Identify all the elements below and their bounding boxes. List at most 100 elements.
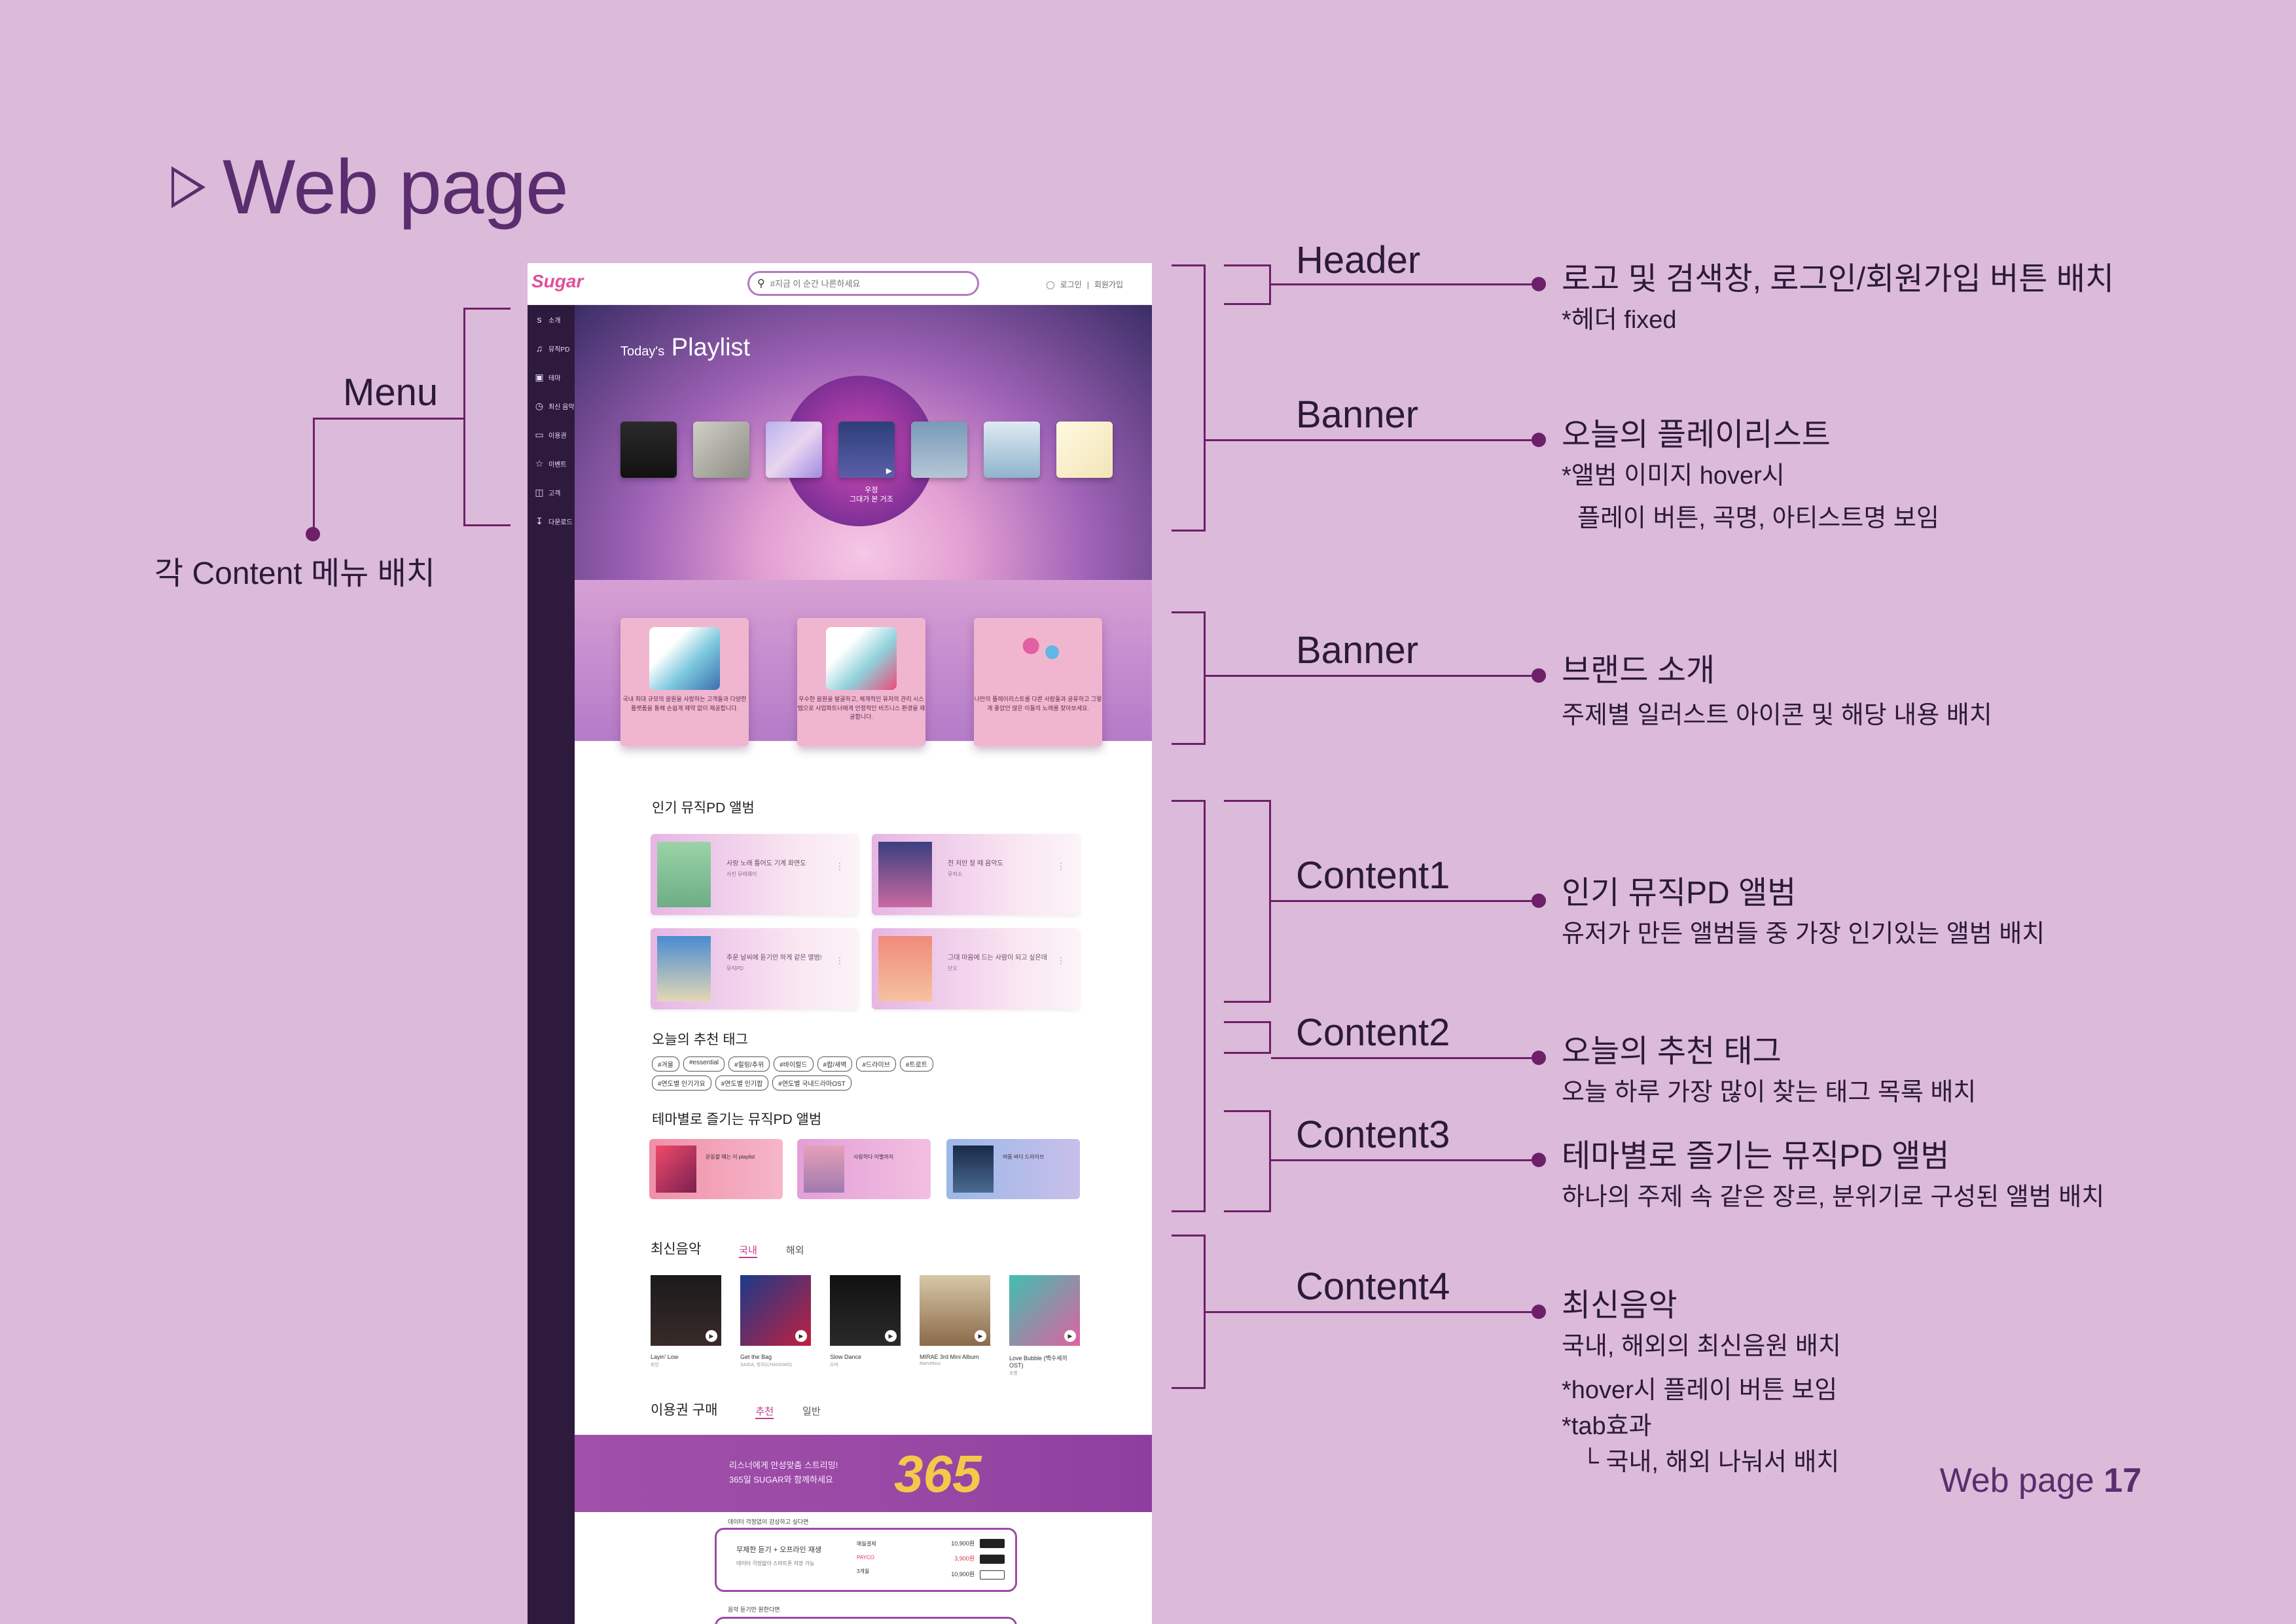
- star-icon: ☆: [535, 458, 544, 469]
- sidebar-item-musicpd[interactable]: ♫ 뮤직PD: [528, 334, 575, 363]
- album-cover[interactable]: ▶: [838, 422, 895, 478]
- tag-chip[interactable]: #팝/새벽: [817, 1056, 853, 1072]
- tag-chip[interactable]: #연도별 국내드라마OST: [772, 1075, 852, 1091]
- pd-album-card[interactable]: 전 저만 잘 때 음악도 뮤직소 ⋮: [872, 834, 1080, 915]
- play-icon[interactable]: ▶: [975, 1330, 986, 1342]
- site-logo[interactable]: Sugar: [531, 271, 583, 292]
- more-icon[interactable]: ⋮: [1056, 956, 1066, 965]
- pd-album-card[interactable]: 그대 마음에 드는 사람이 되고 싶은데 단오 ⋮: [872, 928, 1080, 1009]
- truck-chart-illustration: [826, 627, 897, 690]
- sidebar-item-label: 이벤트: [548, 461, 567, 469]
- new-music-title-text: Slow Dance: [830, 1354, 862, 1360]
- pd-album-card[interactable]: 추운 날씨에 듣기만 하게 같은 앨범! 뮤직PD ⋮: [651, 928, 859, 1009]
- content2-line: [1271, 1057, 1538, 1059]
- theme-album-card[interactable]: 운동할 때는 이 playlist: [649, 1139, 783, 1199]
- tag-chip[interactable]: #드라이브: [856, 1056, 896, 1072]
- tab-general[interactable]: 일반: [802, 1404, 821, 1418]
- brand-card: 국내 최대 규모의 음원을 사랑하는 고객들과 다양한 플랫폼을 통해 손쉽게 …: [620, 618, 749, 746]
- brand-card-text: 나만의 플레이리스트를 다른 사람들과 공유하고 그렇게 좋았던 많은 이들의 …: [974, 696, 1102, 712]
- play-icon[interactable]: ▶: [886, 466, 892, 475]
- menu-label: Menu: [343, 371, 439, 414]
- album-cover[interactable]: [984, 422, 1040, 478]
- tag-chip[interactable]: #힐링/추위: [728, 1056, 770, 1072]
- play-icon[interactable]: ▶: [795, 1330, 807, 1342]
- sidebar-item-label: 소개: [548, 317, 561, 325]
- content1-desc-head: 인기 뮤직PD 앨범: [1562, 876, 1797, 911]
- tab-foreign[interactable]: 해외: [786, 1243, 804, 1257]
- new-music-item[interactable]: ▶ Love Bubble (백수세끼 OST) 초롱: [1009, 1275, 1080, 1377]
- play-icon[interactable]: ▶: [706, 1330, 717, 1342]
- more-icon[interactable]: ⋮: [835, 956, 844, 965]
- website-mockup: Sugar ⚲ ◯ 로그인 | 회원가입 s 소개 ♫ 뮤직PD ▣ 테마 ◷ 최신 음…: [528, 263, 1152, 1624]
- tag-chip[interactable]: #바이럴드: [774, 1056, 814, 1072]
- login-link[interactable]: 로그인: [1060, 279, 1082, 290]
- buy-button[interactable]: [980, 1555, 1005, 1564]
- album-cover[interactable]: [766, 422, 822, 478]
- album-cover[interactable]: [693, 422, 749, 478]
- new-music-artist: SAIDA, 창모(CHANGMO): [740, 1363, 792, 1367]
- new-music-item[interactable]: ▶ Slow Dance 오마: [830, 1275, 901, 1377]
- banner2-line: [1206, 675, 1538, 677]
- buy-button[interactable]: [980, 1570, 1005, 1579]
- sidebar-item-about[interactable]: s 소개: [528, 305, 575, 334]
- album-cover[interactable]: [620, 422, 677, 478]
- content3-dot: [1532, 1153, 1546, 1167]
- theme-album-card[interactable]: 여름 바다 드라이브: [946, 1139, 1080, 1199]
- tag-chip[interactable]: #트로트: [899, 1056, 934, 1072]
- album-cover[interactable]: [1056, 422, 1113, 478]
- sidebar-item-support[interactable]: ◫ 고객: [528, 478, 575, 507]
- new-music-item[interactable]: ▶ Get the Bag SAIDA, 창모(CHANGMO): [740, 1275, 811, 1377]
- album-cover[interactable]: [911, 422, 967, 478]
- tag-chip[interactable]: #essential: [683, 1056, 725, 1072]
- tag-chip[interactable]: #연도별 인기가요: [652, 1075, 711, 1091]
- header-banner-bracket: [1172, 264, 1206, 532]
- tab-domestic[interactable]: 국내: [739, 1243, 757, 1258]
- slide-title-text: Web page: [223, 144, 569, 230]
- content4-bracket: [1172, 1235, 1206, 1389]
- sidebar-item-label: 다운로드: [548, 518, 573, 526]
- sidebar-item-ticket[interactable]: ▭ 이용권: [528, 420, 575, 449]
- new-music-title-text: Love Bubble (백수세끼 OST): [1009, 1355, 1067, 1369]
- more-icon[interactable]: ⋮: [1056, 861, 1066, 871]
- buy-button[interactable]: [980, 1539, 1005, 1548]
- play-icon[interactable]: ▶: [885, 1330, 897, 1342]
- menu-connector: [313, 418, 465, 420]
- pd-album-card[interactable]: 사랑 노래 틀어도 기계 화면도 사진 뮤레웨이 ⋮: [651, 834, 859, 915]
- banner1-dot: [1532, 433, 1546, 447]
- pd-album-title-text: 추운 날씨에 듣기만 하게 같은 앨범!: [726, 954, 822, 962]
- ticket-plan-card-partial[interactable]: [715, 1617, 1017, 1624]
- more-icon[interactable]: ⋮: [835, 861, 844, 871]
- theme-album-cover: [804, 1146, 844, 1193]
- search-input[interactable]: [770, 278, 960, 289]
- new-music-item[interactable]: ▶ MIRAE 3rd Mini Album Marvelous: [920, 1275, 990, 1377]
- tab-recommend[interactable]: 추천: [755, 1404, 774, 1419]
- search-bar[interactable]: ⚲: [747, 271, 979, 296]
- new-music-item[interactable]: ▶ Layin' Low 휘인: [651, 1275, 721, 1377]
- page-footer-label: Web page: [1939, 1462, 2094, 1500]
- sidebar-item-theme[interactable]: ▣ 테마: [528, 363, 575, 391]
- tag-chip[interactable]: #겨울: [652, 1056, 679, 1072]
- ticket-plan-card[interactable]: 무제한 듣기 + 오프라인 재생 데이터 걱정없이 스마트폰 저장 가능 매월결…: [715, 1528, 1017, 1592]
- sidebar-item-new-music[interactable]: ◷ 최신 음악: [528, 391, 575, 420]
- signup-link[interactable]: 회원가입: [1094, 279, 1123, 290]
- ticket-icon: ▭: [535, 429, 544, 440]
- content4-dot: [1532, 1305, 1546, 1319]
- new-music-title-text: Get the Bag: [740, 1354, 772, 1360]
- playlist-albums: ▶: [620, 422, 1113, 478]
- sidebar-item-event[interactable]: ☆ 이벤트: [528, 449, 575, 478]
- play-icon[interactable]: ▶: [1064, 1330, 1076, 1342]
- theme-album-cover: [953, 1146, 994, 1193]
- pd-album-title-text: 그대 마음에 드는 사람이 되고 싶은데: [948, 954, 1047, 962]
- tag-chip[interactable]: #연도별 인기팝: [715, 1075, 769, 1091]
- sidebar-item-download[interactable]: ↧ 다운로드: [528, 507, 575, 535]
- content4-desc-head: 최신음악: [1562, 1288, 1677, 1323]
- pd-album-sub: 사진 뮤레웨이: [726, 871, 757, 877]
- promo-line1: 리스너에게 안성맞춤 스트리밍!: [729, 1460, 838, 1470]
- slide-title: Web page: [171, 143, 569, 232]
- theme-album-title: 여름 바다 드라이브: [1003, 1154, 1045, 1160]
- auth-links: ◯ 로그인 | 회원가입: [1046, 279, 1123, 290]
- new-music-header: 최신음악 국내 해외: [651, 1238, 804, 1258]
- auth-divider: |: [1086, 280, 1089, 289]
- theme-album-card[interactable]: 사랑하다 이별까지: [797, 1139, 931, 1199]
- new-music-cover: ▶: [920, 1275, 990, 1346]
